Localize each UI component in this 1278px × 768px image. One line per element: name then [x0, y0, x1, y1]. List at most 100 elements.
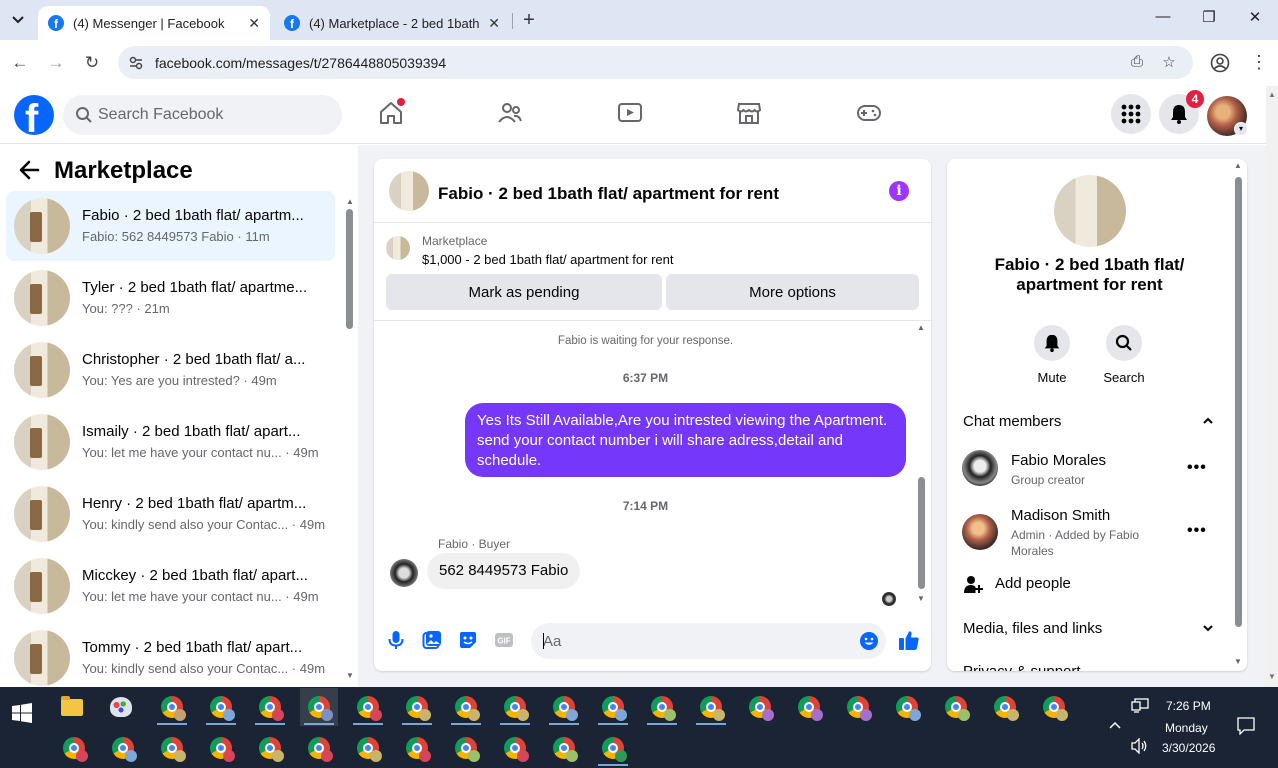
nav-video[interactable]	[617, 100, 647, 130]
menu-grid-button[interactable]	[1111, 94, 1151, 134]
chrome-window[interactable]	[594, 729, 632, 767]
chat-list-scrollbar[interactable]: ▲ ▼	[343, 197, 355, 687]
chrome-window[interactable]	[349, 729, 387, 767]
chrome-window[interactable]	[104, 729, 142, 767]
scrollbar-thumb[interactable]	[1235, 177, 1242, 627]
show-hidden-icons-chevron-up-icon[interactable]	[1109, 717, 1121, 732]
forward-button[interactable]: →	[45, 52, 67, 74]
scroll-up-icon[interactable]: ▲	[1234, 161, 1242, 170]
chrome-window[interactable]	[300, 729, 338, 767]
privacy-support-header[interactable]: Privacy & support	[963, 663, 1081, 671]
site-settings-icon[interactable]	[128, 55, 144, 71]
incoming-message[interactable]: 562 8449573 Fabio	[427, 553, 581, 589]
clock-day[interactable]: Monday	[1165, 721, 1208, 735]
photo-icon[interactable]	[422, 630, 442, 650]
chrome-window[interactable]	[741, 688, 779, 726]
member-avatar[interactable]	[962, 514, 998, 550]
member-avatar[interactable]	[962, 450, 998, 486]
chat-list-item[interactable]: Tommy · 2 bed 1bath flat/ apart... You: …	[6, 623, 335, 687]
scroll-down-icon[interactable]: ▼	[1234, 657, 1242, 666]
scroll-down-icon[interactable]: ▼	[917, 594, 925, 603]
nav-marketplace[interactable]	[736, 100, 766, 130]
message-input[interactable]	[531, 623, 886, 659]
account-chevron-down-icon[interactable]: ▾	[1234, 122, 1248, 136]
chat-list-item[interactable]: Christopher · 2 bed 1bath flat/ a... You…	[6, 335, 335, 405]
details-scrollbar[interactable]: ▲ ▼	[1232, 159, 1245, 671]
chevron-down-icon[interactable]	[1201, 623, 1215, 637]
chat-list-item[interactable]: Micckey · 2 bed 1bath flat/ apart... You…	[6, 551, 335, 621]
restore-button[interactable]: ❐	[1197, 8, 1221, 26]
paint-app[interactable]	[102, 688, 140, 726]
chat-list-item[interactable]: Henry · 2 bed 1bath flat/ apartm... You:…	[6, 479, 335, 549]
close-tab-icon[interactable]: ✕	[248, 15, 260, 32]
conversation-title[interactable]: Fabio · 2 bed 1bath flat/ apartment for …	[438, 184, 779, 204]
chrome-window[interactable]	[937, 688, 975, 726]
nav-gaming[interactable]	[856, 100, 886, 130]
browser-tab-marketplace[interactable]: f (4) Marketplace - 2 bed 1bath f ✕	[274, 6, 510, 40]
member-more-options-icon[interactable]: •••	[1187, 522, 1207, 540]
chat-list-item[interactable]: Tyler · 2 bed 1bath flat/ apartme... You…	[6, 263, 335, 333]
close-window-button[interactable]: ✕	[1243, 8, 1267, 26]
chrome-window[interactable]	[398, 729, 436, 767]
minimize-button[interactable]: —	[1151, 8, 1175, 25]
chrome-window[interactable]	[202, 688, 240, 726]
scrollbar-thumb[interactable]	[346, 209, 353, 329]
conversation-avatar[interactable]	[389, 171, 429, 211]
chrome-window[interactable]	[153, 729, 191, 767]
details-avatar[interactable]	[1054, 175, 1126, 247]
file-explorer-app[interactable]	[53, 688, 91, 726]
windows-start-icon[interactable]	[12, 703, 32, 723]
chrome-window[interactable]	[398, 688, 436, 726]
chat-list-item[interactable]: Ismaily · 2 bed 1bath flat/ apart... You…	[6, 407, 335, 477]
network-icon[interactable]	[1131, 698, 1149, 717]
sender-avatar[interactable]	[390, 559, 418, 587]
reload-button[interactable]: ↻	[81, 52, 103, 74]
scroll-down-icon[interactable]: ▼	[1268, 672, 1276, 681]
chrome-window[interactable]	[888, 688, 926, 726]
chevron-up-icon[interactable]	[1201, 415, 1215, 429]
mark-as-pending-button[interactable]: Mark as pending	[386, 274, 662, 310]
chrome-window[interactable]	[251, 729, 289, 767]
chrome-window[interactable]	[251, 688, 289, 726]
emoji-icon[interactable]	[859, 631, 879, 651]
chrome-window[interactable]	[692, 688, 730, 726]
chrome-window-active[interactable]	[300, 688, 338, 726]
browser-menu-icon[interactable]: ⋮	[1250, 52, 1268, 73]
chrome-window[interactable]	[986, 688, 1024, 726]
listing-price[interactable]: $1,000 - 2 bed 1bath flat/ apartment for…	[422, 252, 674, 267]
chrome-window[interactable]	[594, 688, 632, 726]
mute-button[interactable]: Mute	[1022, 325, 1082, 385]
chrome-window[interactable]	[496, 729, 534, 767]
nav-home[interactable]	[378, 98, 408, 130]
chrome-window[interactable]	[55, 729, 93, 767]
chrome-window[interactable]	[790, 688, 828, 726]
chrome-window[interactable]	[839, 688, 877, 726]
chrome-window[interactable]	[643, 688, 681, 726]
bookmark-star-icon[interactable]: ☆	[1159, 53, 1179, 73]
action-center-icon[interactable]	[1237, 717, 1255, 738]
outgoing-message[interactable]: Yes Its Still Available,Are you intreste…	[465, 403, 906, 477]
scrollbar-thumb[interactable]	[918, 477, 925, 589]
url-text[interactable]: facebook.com/messages/t/2786448805039394	[155, 55, 446, 71]
address-bar[interactable]: facebook.com/messages/t/2786448805039394…	[118, 46, 1193, 79]
chrome-window[interactable]	[545, 729, 583, 767]
facebook-search-input[interactable]: Search Facebook	[63, 95, 342, 135]
chrome-window[interactable]	[349, 688, 387, 726]
chrome-window[interactable]	[153, 688, 191, 726]
sticker-icon[interactable]	[458, 630, 478, 650]
close-tab-icon[interactable]: ✕	[488, 15, 500, 32]
member-name[interactable]: Madison Smith	[1011, 507, 1110, 524]
info-icon[interactable]: i	[889, 181, 909, 201]
scroll-up-icon[interactable]: ▲	[917, 323, 925, 332]
volume-icon[interactable]	[1131, 737, 1149, 757]
tab-search-icon[interactable]	[8, 10, 28, 30]
microphone-icon[interactable]	[386, 630, 406, 650]
nav-friends[interactable]	[497, 100, 527, 130]
media-files-links-header[interactable]: Media, files and links	[963, 620, 1102, 637]
browser-tab-messenger[interactable]: f (4) Messenger | Facebook ✕	[38, 6, 270, 40]
scroll-up-icon[interactable]: ▲	[1268, 90, 1276, 99]
chrome-window[interactable]	[447, 729, 485, 767]
new-tab-button[interactable]: +	[518, 9, 540, 32]
clock-time[interactable]: 7:26 PM	[1166, 699, 1211, 713]
back-arrow-icon[interactable]	[18, 159, 42, 183]
